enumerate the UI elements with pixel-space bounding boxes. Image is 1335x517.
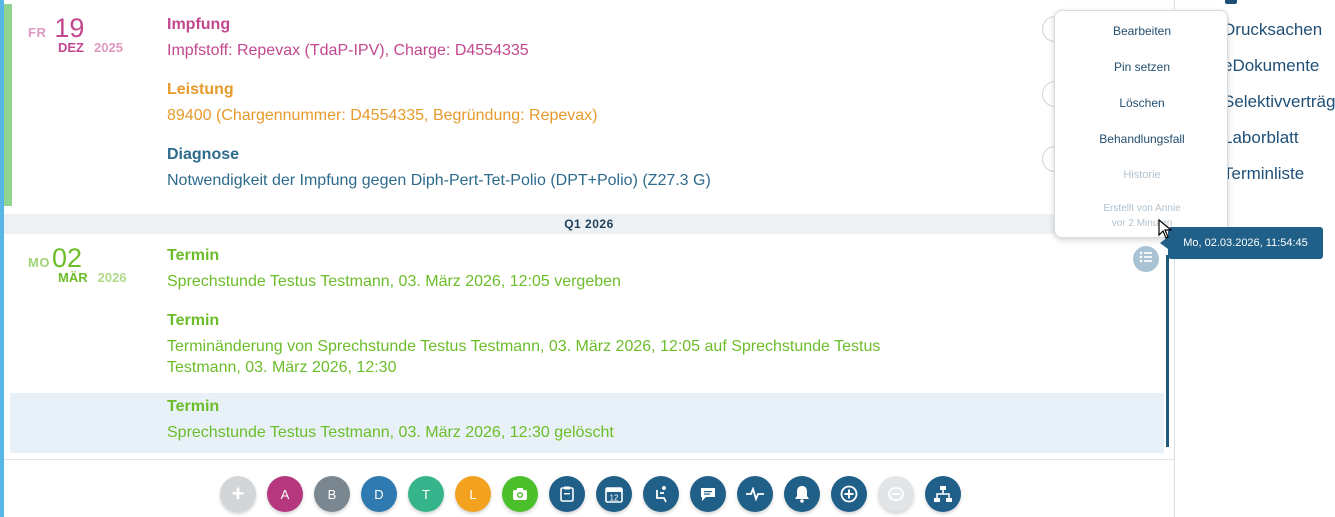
toolbar-button-label: + [231, 481, 245, 506]
entry-text: Notwendigkeit der Impfung gegen Diph-Per… [167, 172, 711, 189]
document-icon [1225, 0, 1237, 4]
nav-item-terminliste[interactable]: Terminliste [1223, 164, 1304, 184]
entry-title: Leistung [167, 81, 234, 98]
entry-title: Diagnose [167, 146, 240, 163]
entry-title: Termin [167, 247, 220, 264]
timeline-day-block: FR 19 DEZ 2025 Impfung Impfstoff: Repeva… [4, 4, 1164, 212]
toolbar-button-label: T [422, 486, 430, 502]
entry-diagnose[interactable]: Diagnose Notwendigkeit der Impfung gegen… [167, 146, 711, 191]
day-accent-bar [4, 4, 12, 206]
toolbar-button-b[interactable]: B [314, 476, 350, 512]
entry-context-menu: Bearbeiten Pin setzen Löschen Behandlung… [1054, 10, 1228, 238]
toolbar-button-label: A [280, 486, 290, 502]
toolbar-button-bell[interactable] [784, 476, 820, 512]
clipboard-icon [560, 486, 574, 502]
patient-timeline: FR 19 DEZ 2025 Impfung Impfstoff: Repeva… [4, 0, 1174, 517]
year: 2026 [97, 270, 127, 285]
nav-item-selektivvertraege[interactable]: Selektivverträge [1223, 92, 1335, 112]
chat-icon [699, 486, 717, 502]
toolbar-button-add[interactable]: + [220, 476, 256, 512]
toolbar-button-seat[interactable] [643, 476, 679, 512]
entry-termin[interactable]: Termin Terminänderung von Sprechstunde T… [167, 312, 880, 378]
created-by: Erstellt von Annie [1103, 203, 1181, 214]
toolbar-button-pulse[interactable] [737, 476, 773, 512]
entry-termin[interactable]: Termin Sprechstunde Testus Testmann, 03.… [167, 247, 621, 292]
toolbar-button-label: D [374, 486, 384, 502]
toolbar-button-calendar[interactable]: 12 [596, 476, 632, 512]
menu-item-historie: Historie [1123, 169, 1161, 181]
menu-item-loeschen[interactable]: Löschen [1055, 96, 1229, 110]
menu-item-pin-setzen[interactable]: Pin setzen [1055, 60, 1229, 74]
toolbar-button-label: L [469, 486, 477, 502]
toolbar-button-label: B [327, 486, 337, 502]
toolbar-button-d[interactable]: D [361, 476, 397, 512]
bell-icon [794, 485, 810, 503]
date-column: FR 19 DEZ 2025 [28, 14, 143, 55]
bottom-toolbar: + A B D T L 12 [4, 459, 1174, 517]
toolbar-button-clipboard[interactable] [549, 476, 585, 512]
entry-text: 89400 (Chargennummer: D4554335, Begründu… [167, 107, 598, 124]
entry-menu-button[interactable] [1133, 246, 1159, 272]
entry-title: Termin [167, 312, 220, 329]
entry-text: Sprechstunde Testus Testmann, 03. März 2… [167, 273, 621, 290]
mouse-cursor-icon [1158, 218, 1173, 244]
pulse-icon [745, 487, 765, 501]
quarter-separator: Q1 2026 [4, 214, 1174, 234]
entry-termin[interactable]: Termin Sprechstunde Testus Testmann, 03.… [167, 398, 614, 443]
hierarchy-icon [933, 485, 953, 503]
year: 2025 [94, 40, 123, 55]
menu-item-behandlungsfall[interactable]: Behandlungsfall [1055, 132, 1229, 146]
nav-item-laborblatt[interactable]: Laborblatt [1223, 128, 1299, 148]
toolbar-button-camera[interactable] [502, 476, 538, 512]
entry-text-continued: Testmann, 03. März 2026, 12:30 [167, 359, 397, 376]
timeline-day-block: MO 02 MÄR 2026 Termin Sprechstunde Testu… [4, 236, 1164, 458]
menu-item-bearbeiten[interactable]: Bearbeiten [1055, 24, 1229, 38]
month: MÄR [58, 270, 88, 285]
plus-circle-icon [840, 485, 858, 503]
day-number: 02 [51, 243, 82, 273]
toolbar-button-message-disabled[interactable] [878, 476, 914, 512]
entry-text: Impfstoff: Repevax (TdaP-IPV), Charge: D… [167, 42, 529, 59]
entry-leistung[interactable]: Leistung 89400 (Chargennummer: D4554335,… [167, 81, 598, 126]
timestamp-tooltip: Mo, 02.03.2026, 11:54:45 [1160, 227, 1323, 259]
entry-impfung[interactable]: Impfung Impfstoff: Repevax (TdaP-IPV), C… [167, 16, 529, 61]
date-column: MO 02 MÄR 2026 [28, 244, 143, 285]
toolbar-button-l[interactable]: L [455, 476, 491, 512]
toolbar-button-a[interactable]: A [267, 476, 303, 512]
toolbar-button-chat[interactable] [690, 476, 726, 512]
entry-title: Impfung [167, 16, 231, 33]
seat-icon [653, 485, 669, 503]
calendar-icon: 12 [605, 485, 623, 503]
camera-icon [512, 487, 528, 501]
message-off-icon [887, 486, 905, 502]
nav-item-edokumente[interactable]: eDokumente [1223, 56, 1319, 76]
toolbar-button-plus-circle[interactable] [831, 476, 867, 512]
entry-text: Terminänderung von Sprechstunde Testus T… [167, 338, 881, 355]
timeline-marker-line [1166, 255, 1169, 447]
svg-text:12: 12 [610, 494, 619, 503]
day-number: 19 [54, 13, 85, 43]
nav-item-drucksachen[interactable]: Drucksachen [1223, 20, 1322, 40]
month: DEZ [58, 40, 84, 55]
entry-text: Sprechstunde Testus Testmann, 03. März 2… [167, 424, 614, 441]
weekday: FR [28, 25, 47, 40]
list-icon [1139, 250, 1153, 268]
entry-title: Termin [167, 398, 220, 415]
toolbar-button-t[interactable]: T [408, 476, 444, 512]
toolbar-button-hierarchy[interactable] [925, 476, 961, 512]
weekday: MO [28, 255, 50, 270]
